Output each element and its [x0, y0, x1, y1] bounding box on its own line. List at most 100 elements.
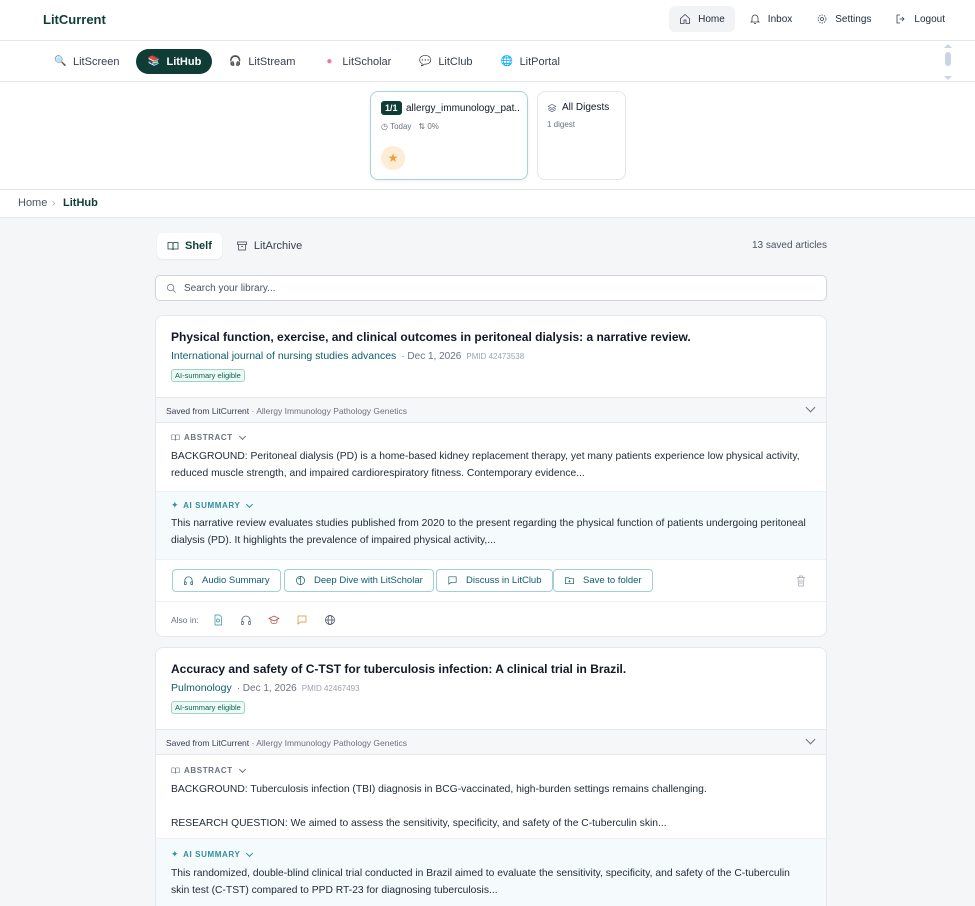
search-icon: [167, 284, 176, 293]
globe-icon: 🌐: [500, 55, 514, 67]
abstract-label: ABSTRACT: [184, 433, 233, 442]
ai-eligible-badge: AI-summary eligible: [171, 701, 245, 714]
tab-lithub[interactable]: 📚 LitHub: [136, 49, 213, 74]
book-open-icon: [167, 242, 179, 251]
chevron-down-icon[interactable]: [805, 402, 816, 413]
gear-icon: [817, 14, 827, 24]
sparkle-icon: ✦: [171, 500, 180, 510]
saved-from-label: Saved from LitCurrent: [166, 738, 250, 748]
digest-card-all[interactable]: All Digests 1 digest: [537, 91, 626, 180]
litstream-link[interactable]: [237, 612, 255, 628]
speech-bubble-icon: 💬: [419, 55, 432, 67]
nav-inbox-label: Inbox: [767, 13, 793, 25]
star-icon[interactable]: ★: [381, 146, 405, 170]
digest-card-selected[interactable]: 1/1 allergy_immunology_pat... ◷ Today ⇅ …: [370, 91, 528, 180]
nav-home-label: Home: [698, 13, 725, 25]
ai-summary-toggle[interactable]: ✦ AI SUMMARY: [171, 849, 254, 860]
saved-from-topic: · Allergy Immunology Pathology Genetics: [249, 738, 407, 748]
tab-litportal-label: LitPortal: [519, 55, 560, 68]
view-tabs: Shelf LitArchive: [157, 233, 312, 259]
digest-position-badge: 1/1: [381, 101, 402, 115]
article-card: Accuracy and safety of C-TST for tubercu…: [155, 647, 827, 906]
article-meta: International journal of nursing studies…: [171, 350, 524, 362]
tab-litscholar[interactable]: ● LitScholar: [312, 49, 402, 74]
books-icon: 📚: [147, 55, 160, 67]
saved-from-bar[interactable]: Saved from LitCurrent · Allergy Immunolo…: [156, 397, 826, 423]
ai-summary-toggle[interactable]: ✦ AI SUMMARY: [171, 500, 254, 511]
tab-litclub[interactable]: 💬 LitClub: [408, 49, 483, 74]
all-digests-title: All Digests: [562, 102, 610, 113]
saved-from-label: Saved from LitCurrent: [166, 406, 250, 416]
home-icon: [680, 13, 691, 24]
tab-litstream[interactable]: 🎧 LitStream: [218, 49, 306, 74]
also-in-row: Also in:: [171, 612, 339, 628]
chat-icon: [297, 615, 307, 625]
nav-logout-label: Logout: [914, 13, 945, 25]
digest-strip: 1/1 allergy_immunology_pat... ◷ Today ⇅ …: [0, 82, 975, 190]
article-meta: Pulmonology · Dec 1, 2026 PMID 42467493: [171, 682, 360, 694]
audio-summary-label: Audio Summary: [202, 575, 270, 586]
article-title[interactable]: Physical function, exercise, and clinica…: [171, 330, 691, 344]
tab-litarchive[interactable]: LitArchive: [226, 233, 312, 259]
globe-icon: [325, 615, 335, 625]
litscholar-link[interactable]: [265, 612, 283, 628]
ai-summary-section: ✦ AI SUMMARY This narrative review evalu…: [156, 491, 826, 559]
layers-icon: [547, 103, 557, 112]
chevron-down-icon: [238, 432, 246, 440]
chevron-down-icon[interactable]: [805, 734, 816, 745]
litportal-link[interactable]: [321, 612, 339, 628]
article-pmid: PMID 42467493: [301, 684, 360, 693]
chevron-down-icon: [238, 765, 246, 773]
discuss-button[interactable]: Discuss in LitClub: [436, 569, 553, 592]
digest-when: ◷ Today: [381, 122, 412, 131]
abstract-text: BACKGROUND: Peritoneal dialysis (PD) is …: [171, 451, 800, 479]
abstract-paragraph-2: RESEARCH QUESTION: We aimed to assess th…: [171, 818, 667, 829]
article-title[interactable]: Accuracy and safety of C-TST for tubercu…: [171, 662, 626, 676]
scroll-down-icon[interactable]: [944, 76, 952, 80]
delete-button[interactable]: [796, 575, 806, 587]
graduation-cap-icon: [268, 615, 280, 624]
deep-dive-button[interactable]: Deep Dive with LitScholar: [284, 569, 434, 592]
article-card: Physical function, exercise, and clinica…: [155, 315, 827, 637]
nav-settings-button[interactable]: Settings: [806, 6, 881, 32]
folder-plus-icon: [565, 577, 574, 585]
headphones-icon: [241, 615, 251, 625]
save-folder-button[interactable]: Save to folder: [553, 569, 653, 592]
tab-litportal[interactable]: 🌐 LitPortal: [490, 49, 571, 74]
ai-summary-label: AI SUMMARY: [183, 501, 241, 510]
tab-litclub-label: LitClub: [438, 55, 473, 68]
nav-settings-label: Settings: [835, 13, 872, 25]
product-tab-bar: 🔍 LitScreen 📚 LitHub 🎧 LitStream ● LitSc…: [0, 41, 975, 82]
litscreen-link[interactable]: [209, 612, 227, 628]
abstract-toggle[interactable]: ABSTRACT: [171, 765, 246, 775]
breadcrumb-separator: ›: [52, 198, 56, 209]
scroll-thumb[interactable]: [945, 52, 951, 66]
nav-inbox-button[interactable]: Inbox: [739, 6, 802, 32]
book-icon: [171, 767, 180, 774]
audio-summary-button[interactable]: Audio Summary: [172, 569, 281, 592]
scroll-up-icon[interactable]: [944, 44, 952, 48]
ai-summary-section: ✦ AI SUMMARY This randomized, double-bli…: [156, 838, 826, 906]
abstract-toggle[interactable]: ABSTRACT: [171, 432, 246, 442]
chevron-down-icon: [246, 849, 254, 857]
ai-summary-text: This randomized, double-blind clinical t…: [171, 868, 790, 896]
breadcrumb: Home › LitHub: [0, 190, 975, 218]
saved-from-bar[interactable]: Saved from LitCurrent · Allergy Immunolo…: [156, 729, 826, 755]
article-actions: Audio Summary Deep Dive with LitScholar …: [156, 559, 826, 602]
article-journal[interactable]: Pulmonology: [171, 682, 232, 694]
nav-home-button[interactable]: Home: [669, 6, 735, 32]
tab-litscreen[interactable]: 🔍 LitScreen: [43, 49, 130, 74]
nav-logout-button[interactable]: Logout: [885, 6, 955, 32]
library-search: [155, 275, 827, 301]
litclub-link[interactable]: [293, 612, 311, 628]
tab-litstream-label: LitStream: [248, 55, 296, 68]
article-date: · Dec 1, 2026: [401, 351, 462, 362]
article-journal[interactable]: International journal of nursing studies…: [171, 350, 396, 362]
search-input[interactable]: [184, 280, 804, 297]
tab-shelf[interactable]: Shelf: [157, 233, 222, 259]
tab-scrollbar[interactable]: [943, 44, 953, 80]
save-folder-label: Save to folder: [583, 575, 642, 586]
brand-logo[interactable]: LitCurrent: [43, 12, 106, 27]
document-search-icon: [214, 614, 222, 626]
breadcrumb-home[interactable]: Home: [18, 197, 47, 209]
